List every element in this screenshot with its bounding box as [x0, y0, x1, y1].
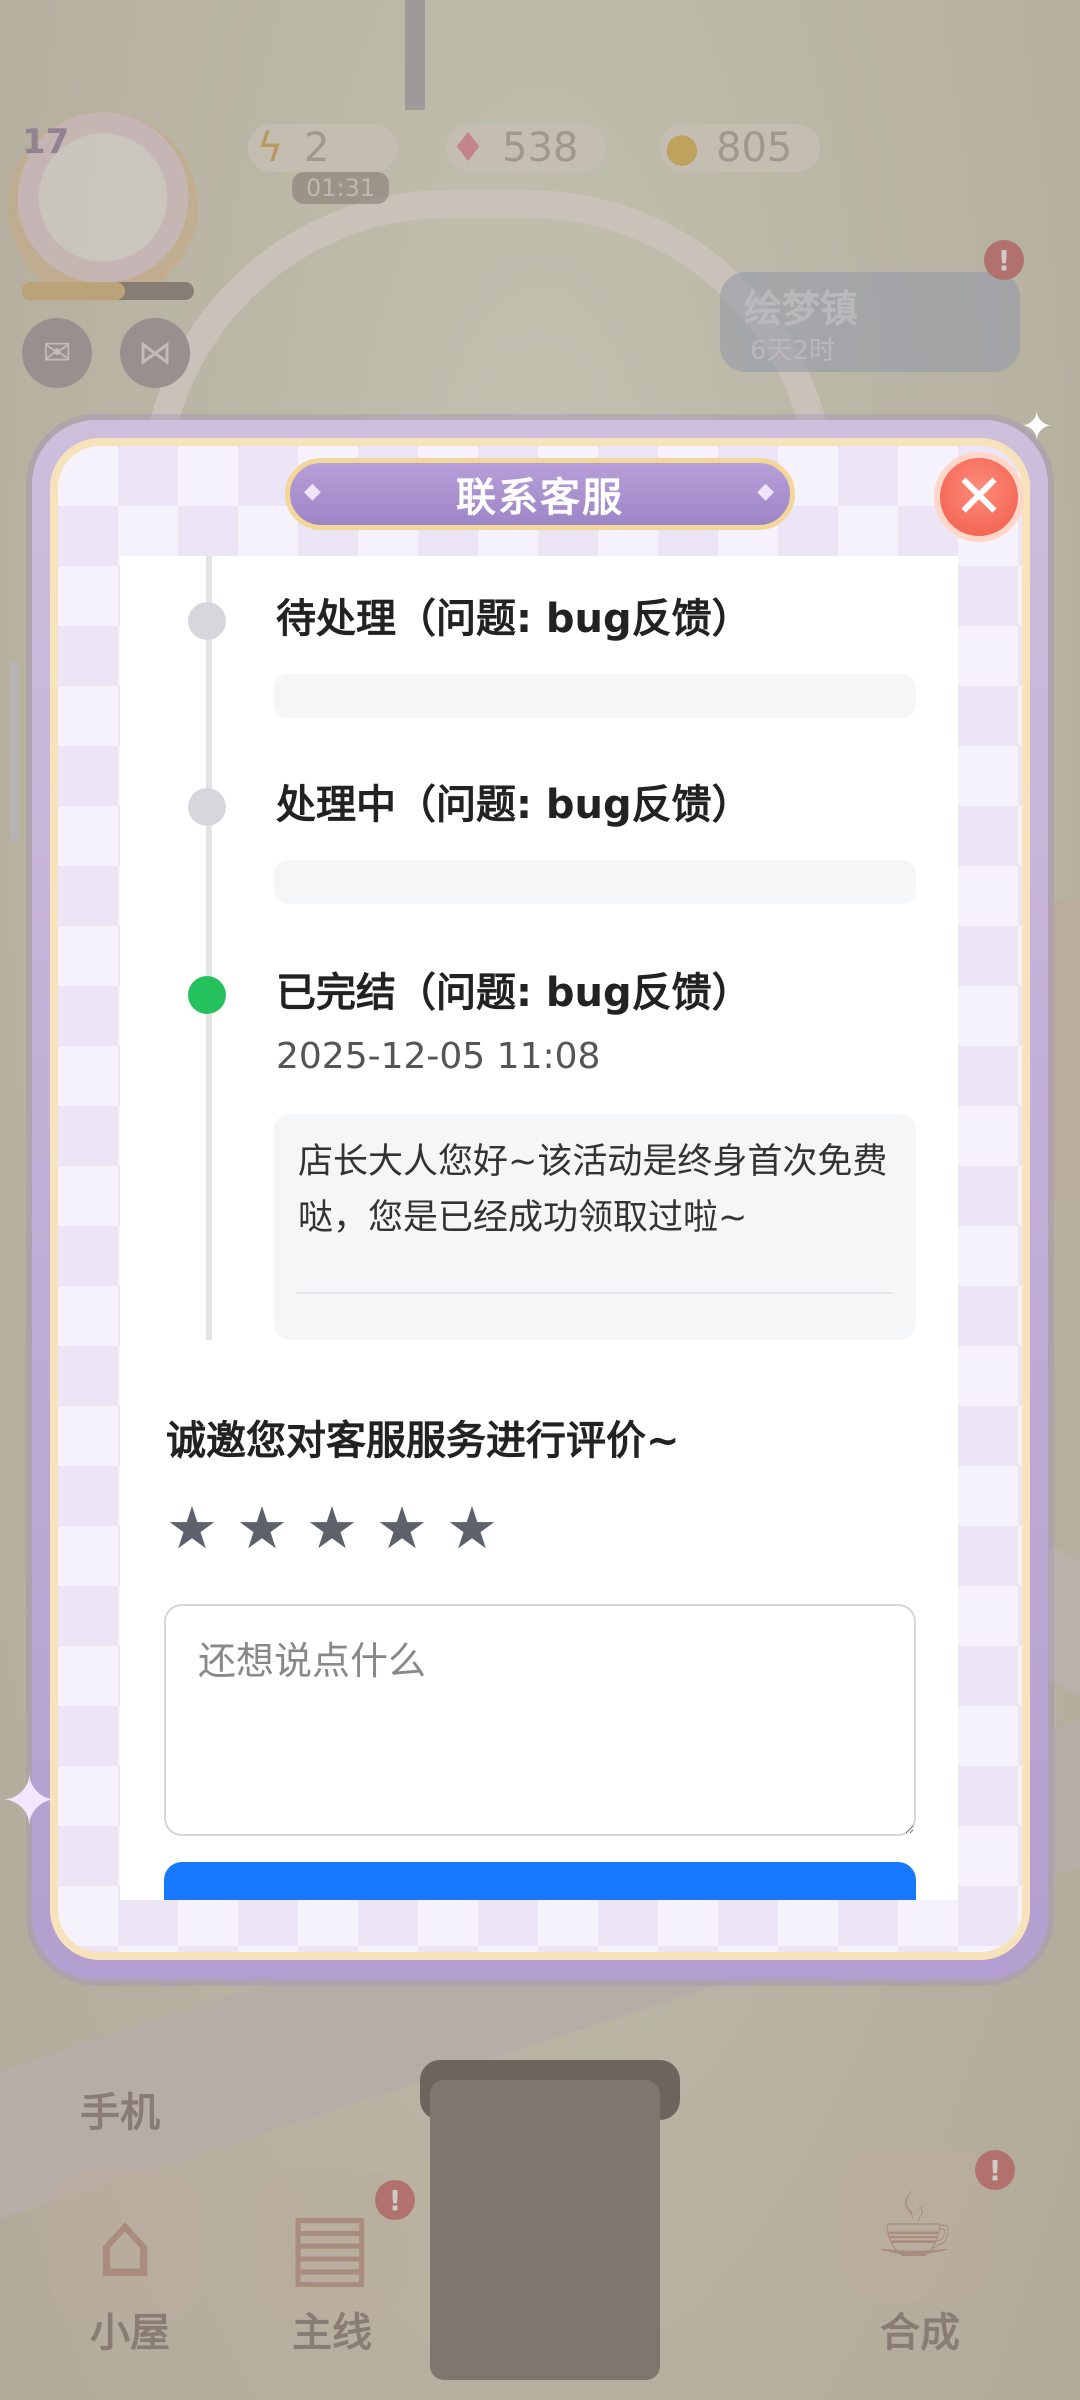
timeline-dot-done: [188, 976, 226, 1014]
dialog-title-text: 联系客服: [456, 475, 624, 521]
submit-button[interactable]: 提交: [164, 1862, 916, 1900]
star-icon[interactable]: ★: [306, 1496, 358, 1560]
timeline-note-empty: [274, 674, 916, 718]
timeline-title-done: 已完结（问题: bug反馈）: [276, 970, 752, 1016]
comment-input[interactable]: [164, 1604, 916, 1836]
divider: [296, 1292, 894, 1294]
star-rating[interactable]: ★ ★ ★ ★ ★: [166, 1496, 498, 1560]
star-icon[interactable]: ★: [166, 1496, 218, 1560]
timeline-dot-pending: [188, 602, 226, 640]
reply-message-box: 店长大人您好~该活动是终身首次免费哒，您是已经成功领取过啦~: [274, 1114, 916, 1340]
timeline-title-processing: 处理中（问题: bug反馈）: [276, 782, 752, 828]
ticket-content[interactable]: 待处理（问题: bug反馈） 处理中（问题: bug反馈） 已完结（问题: bu…: [120, 556, 958, 1900]
timeline-line: [206, 556, 212, 1340]
dialog-title: 联系客服: [285, 458, 795, 530]
close-icon: ✕: [953, 462, 1005, 532]
star-icon[interactable]: ★: [376, 1496, 428, 1560]
star-icon[interactable]: ★: [446, 1496, 498, 1560]
timeline-time: 2025-12-05 11:08: [276, 1036, 601, 1077]
sparkle-icon: ✦: [0, 1760, 59, 1842]
side-scroll-handle[interactable]: [10, 660, 18, 840]
timeline-dot-processing: [188, 788, 226, 826]
star-icon[interactable]: ★: [236, 1496, 288, 1560]
sparkle-icon: ✦: [1020, 404, 1054, 450]
close-button[interactable]: ✕: [934, 452, 1024, 542]
reply-message: 店长大人您好~该活动是终身首次免费哒，您是已经成功领取过啦~: [298, 1142, 888, 1238]
timeline-title-pending: 待处理（问题: bug反馈）: [276, 596, 752, 642]
timeline-note-empty: [274, 860, 916, 904]
rating-prompt: 诚邀您对客服服务进行评价~: [166, 1418, 680, 1464]
